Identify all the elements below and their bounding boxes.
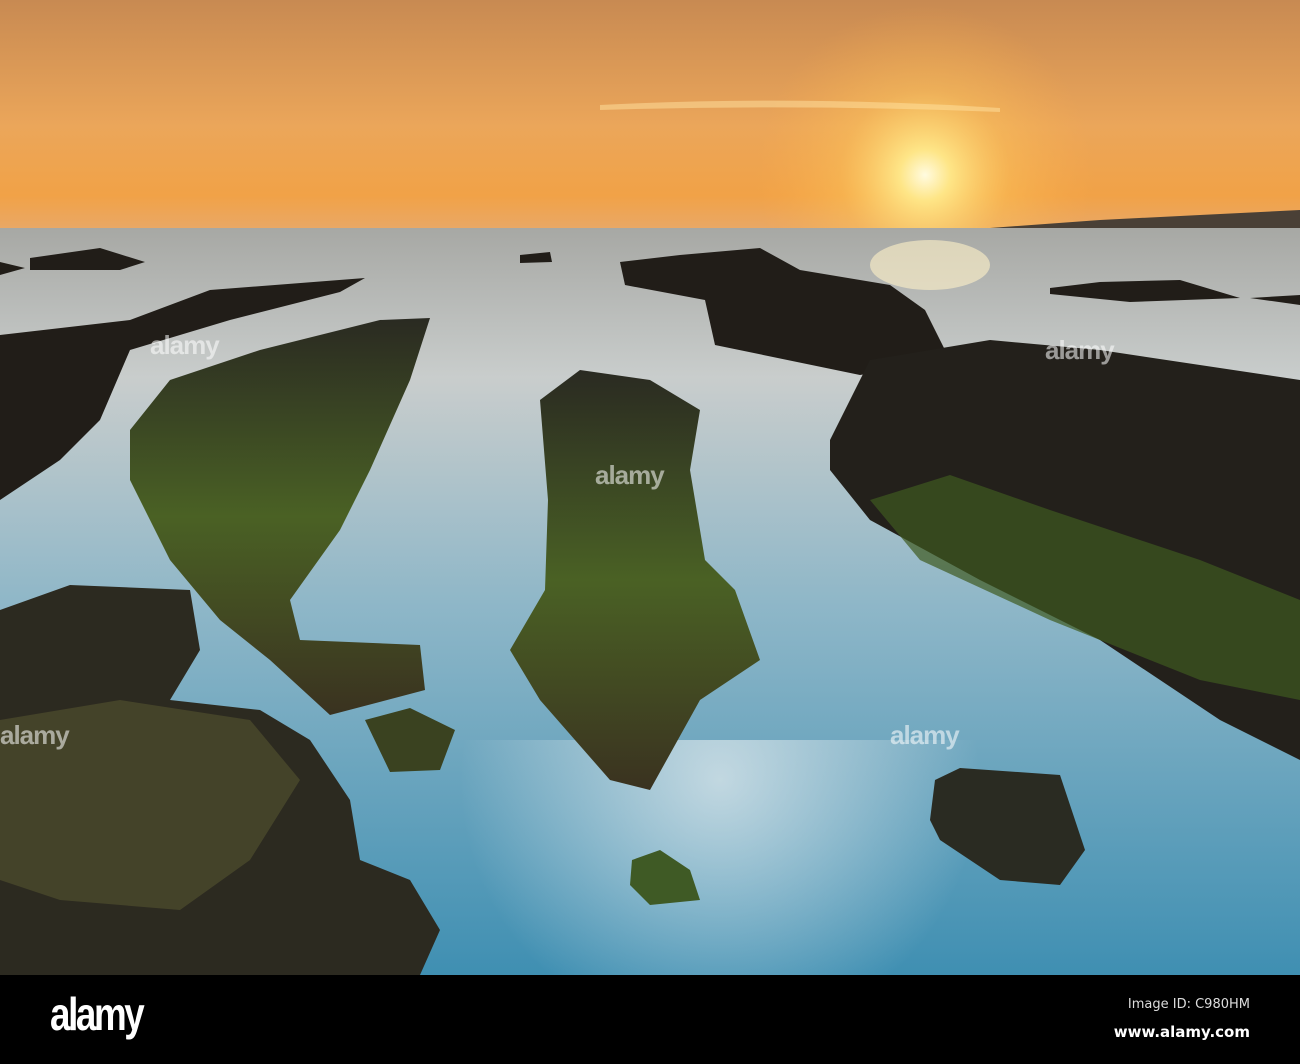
image-id: Image ID: C980HM bbox=[1127, 997, 1250, 1012]
footer-bar: alamy Image ID: C980HM www.alamy.com bbox=[0, 975, 1300, 1064]
watermark: alamy bbox=[1045, 335, 1115, 365]
site-url[interactable]: www.alamy.com bbox=[1114, 1023, 1250, 1041]
watermark: alamy bbox=[595, 460, 665, 490]
alamy-logo[interactable]: alamy bbox=[50, 987, 145, 1041]
stock-photo-page: alamy alamy alamy alamy alamy alamy Imag… bbox=[0, 0, 1300, 1064]
watermark: alamy bbox=[150, 330, 220, 360]
watermark: alamy bbox=[890, 720, 960, 750]
watermark: alamy bbox=[0, 720, 70, 750]
